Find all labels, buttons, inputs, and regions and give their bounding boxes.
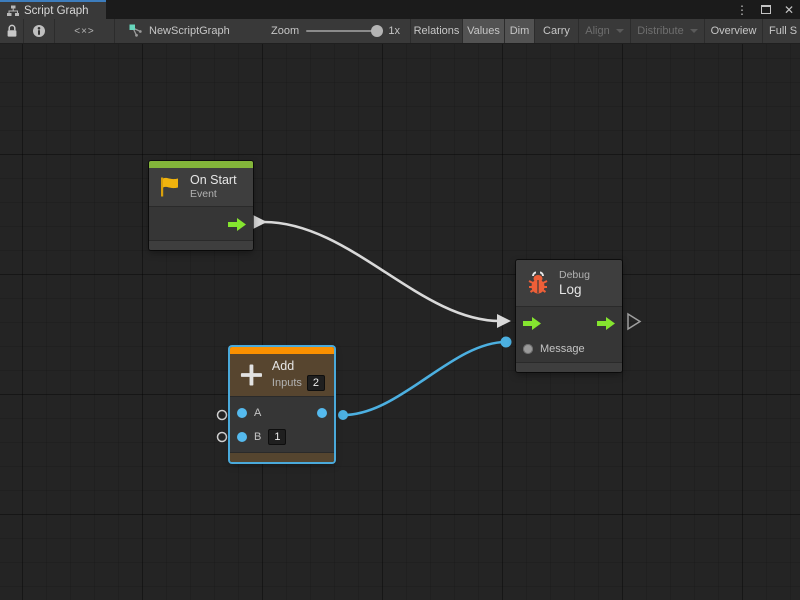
lock-button[interactable] (0, 19, 24, 43)
dropdown-arrow-icon (690, 29, 698, 33)
node-title: Add (272, 359, 325, 374)
node-header: Debug Log (516, 260, 622, 306)
script-graph-asset-icon (129, 24, 143, 38)
toolbar-button-align: Align (579, 19, 631, 43)
graph-name-breadcrumb[interactable]: NewScriptGraph (115, 19, 261, 43)
toolbar-button-full-screen[interactable]: Full S (763, 19, 800, 43)
toolbar-button-relations[interactable]: Relations (411, 19, 463, 43)
event-colorbar (149, 161, 253, 168)
port-a-input[interactable] (237, 408, 247, 418)
button-label: Full S (769, 25, 797, 37)
message-input-port[interactable] (523, 344, 533, 354)
node-subtitle: Event (190, 188, 237, 201)
node-surtitle: Debug (559, 269, 590, 282)
close-icon[interactable]: ✕ (784, 4, 794, 16)
zoom-control: Zoom 1x (261, 19, 411, 43)
node-ports (149, 206, 253, 240)
button-label: Distribute (637, 25, 683, 37)
window-menu-icon[interactable]: ⋮ (736, 4, 748, 16)
node-footer (230, 452, 334, 462)
button-label: Values (467, 25, 500, 37)
trigger-output-port[interactable] (597, 317, 615, 330)
node-title: On Start (190, 173, 237, 188)
node-add[interactable]: Add Inputs 2 A B 1 (230, 347, 334, 462)
button-label: Align (585, 25, 609, 37)
node-title: Log (559, 282, 590, 297)
dropdown-arrow-icon (616, 29, 624, 33)
math-colorbar (230, 347, 334, 354)
graph-hierarchy-icon (7, 5, 19, 17)
zoom-label: Zoom (271, 25, 299, 37)
port-b-label: B (254, 431, 261, 443)
sum-output-port[interactable] (317, 408, 327, 418)
port-b-input[interactable] (237, 432, 247, 442)
node-subtitle: Inputs (272, 377, 302, 390)
button-label: Overview (711, 25, 757, 37)
tab-script-graph[interactable]: Script Graph (0, 0, 106, 19)
zoom-slider-handle[interactable] (371, 25, 383, 37)
code-icon: <×> (74, 26, 95, 37)
tab-title: Script Graph (24, 5, 89, 17)
window-controls: ⋮ ✕ (736, 0, 794, 19)
script-graph-window: Script Graph ⋮ ✕ <×> (0, 0, 800, 600)
button-label: Dim (510, 25, 530, 37)
plus-icon (239, 362, 264, 388)
zoom-slider[interactable] (306, 30, 381, 32)
graph-canvas[interactable] (0, 44, 800, 600)
port-b-value-field[interactable]: 1 (268, 429, 286, 445)
node-debug-log[interactable]: Debug Log Message (516, 260, 622, 372)
node-footer (149, 240, 253, 250)
port-a-label: A (254, 407, 261, 419)
info-button[interactable] (24, 19, 55, 43)
button-label: Relations (414, 25, 460, 37)
maximize-icon[interactable] (761, 5, 771, 14)
node-header: On Start Event (149, 168, 253, 206)
button-label: Carry (543, 25, 570, 37)
trigger-input-port[interactable] (523, 317, 541, 330)
bug-icon (525, 270, 551, 296)
toolbar-button-distribute: Distribute (631, 19, 705, 43)
node-on-start[interactable]: On Start Event (149, 161, 253, 250)
graph-name-label: NewScriptGraph (149, 25, 230, 37)
node-footer (516, 362, 622, 372)
node-ports: A B 1 (230, 396, 334, 452)
node-header: Add Inputs 2 (230, 354, 334, 396)
info-icon (32, 24, 46, 38)
flag-icon (158, 175, 182, 199)
graph-toolbar: <×> NewScriptGraph Zoom 1x Relations Val… (0, 19, 800, 44)
toolbar-button-dim[interactable]: Dim (505, 19, 535, 43)
tab-bar: Script Graph ⋮ ✕ (0, 0, 800, 19)
toolbar-button-overview[interactable]: Overview (705, 19, 763, 43)
code-preview-button[interactable]: <×> (55, 19, 115, 43)
zoom-value: 1x (388, 25, 400, 37)
node-ports: Message (516, 306, 622, 362)
inputs-count-field[interactable]: 2 (307, 375, 325, 391)
message-port-label: Message (540, 343, 585, 355)
lock-icon (6, 24, 18, 38)
trigger-output-port[interactable] (228, 218, 246, 231)
toolbar-button-values[interactable]: Values (463, 19, 505, 43)
toolbar-button-carry[interactable]: Carry (535, 19, 579, 43)
